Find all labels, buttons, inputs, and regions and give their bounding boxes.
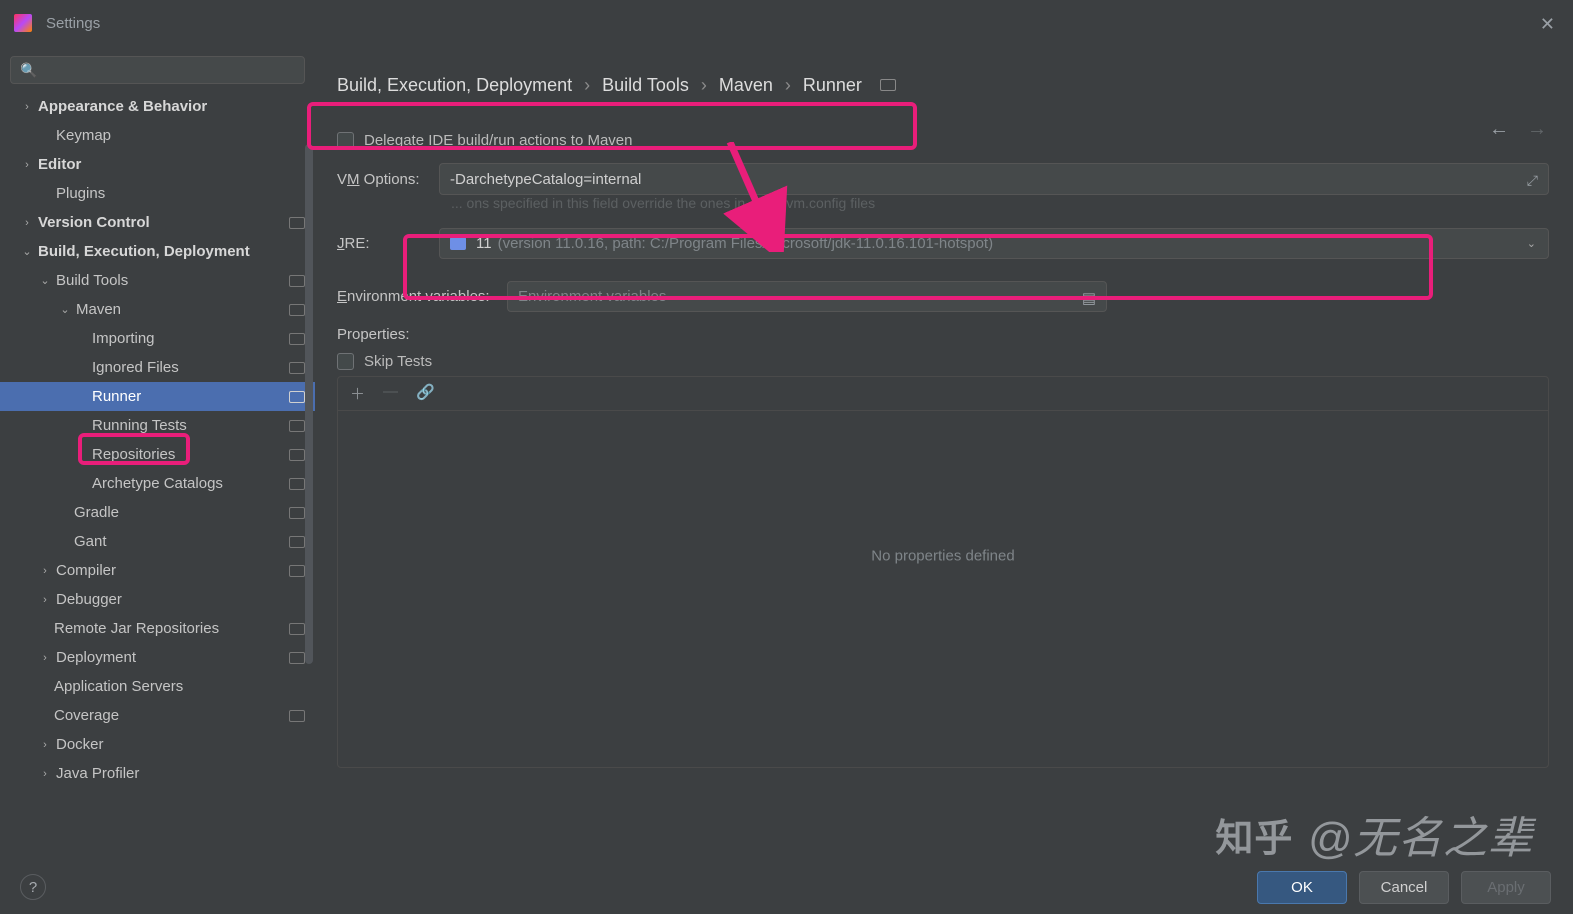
jre-row: JRE: 11 (version 11.0.16, path: C:/Progr…	[337, 228, 1549, 259]
tree-buildtools[interactable]: ⌄Build Tools	[0, 266, 315, 295]
properties-box: ＋ — 🔗 No properties defined	[337, 376, 1549, 768]
add-icon[interactable]: ＋	[350, 383, 365, 404]
settings-content: Build, Execution, Deployment› Build Tool…	[315, 46, 1573, 860]
project-badge-icon	[289, 449, 305, 461]
search-wrap: 🔍	[10, 56, 305, 84]
project-badge-icon	[289, 652, 305, 664]
delegate-row: Delegate IDE build/run actions to Maven	[337, 132, 1549, 149]
chevron-down-icon: ⌄	[1527, 237, 1536, 250]
tree-docker[interactable]: ›Docker	[0, 730, 315, 759]
tree-editor[interactable]: ›Editor	[0, 150, 315, 179]
project-badge-icon	[289, 275, 305, 287]
ok-button[interactable]: OK	[1257, 871, 1347, 904]
vm-options-label: VM Options:	[337, 171, 439, 188]
project-badge-icon	[289, 420, 305, 432]
jre-select[interactable]: 11 (version 11.0.16, path: C:/Program Fi…	[439, 228, 1549, 259]
tree-compiler[interactable]: ›Compiler	[0, 556, 315, 585]
project-badge-icon	[289, 623, 305, 635]
vm-row: VM Options: -DarchetypeCatalog=internal …	[337, 163, 1549, 195]
project-badge-icon	[289, 333, 305, 345]
project-badge-icon	[289, 507, 305, 519]
project-badge-icon	[289, 362, 305, 374]
settings-sidebar: 🔍 ›Appearance & Behavior Keymap ›Editor …	[0, 46, 315, 860]
tree-gradle[interactable]: Gradle	[0, 498, 315, 527]
tree-keymap[interactable]: Keymap	[0, 121, 315, 150]
search-icon: 🔍	[20, 62, 37, 79]
tree-vcs[interactable]: ›Version Control	[0, 208, 315, 237]
project-badge-icon	[289, 391, 305, 403]
settings-tree: ›Appearance & Behavior Keymap ›Editor Pl…	[0, 92, 315, 788]
forward-icon[interactable]: →	[1527, 118, 1547, 141]
jre-label: JRE:	[337, 235, 439, 252]
tree-appservers[interactable]: Application Servers	[0, 672, 315, 701]
skip-tests-row: Skip Tests	[337, 353, 1549, 370]
tree-maven[interactable]: ⌄Maven	[0, 295, 315, 324]
list-icon[interactable]: ▤	[1082, 289, 1096, 307]
project-badge-icon	[880, 79, 896, 91]
properties-empty-text: No properties defined	[871, 548, 1014, 565]
title-bar: Settings ✕	[0, 0, 1573, 46]
folder-icon	[450, 237, 466, 250]
project-badge-icon	[289, 710, 305, 722]
expand-icon[interactable]: ⤢	[1527, 172, 1538, 189]
tree-importing[interactable]: Importing	[0, 324, 315, 353]
tree-javaprof[interactable]: ›Java Profiler	[0, 759, 315, 788]
tree-runtests[interactable]: Running Tests	[0, 411, 315, 440]
history-nav: ← →	[1489, 118, 1547, 141]
skip-tests-checkbox[interactable]	[337, 353, 354, 370]
intellij-logo-icon	[14, 14, 32, 32]
tree-debugger[interactable]: ›Debugger	[0, 585, 315, 614]
vm-options-input[interactable]: -DarchetypeCatalog=internal ⤢	[439, 163, 1549, 195]
tree-gant[interactable]: Gant	[0, 527, 315, 556]
project-badge-icon	[289, 217, 305, 229]
tree-plugins[interactable]: Plugins	[0, 179, 315, 208]
tree-deployment[interactable]: ›Deployment	[0, 643, 315, 672]
project-badge-icon	[289, 536, 305, 548]
properties-toolbar: ＋ — 🔗	[338, 377, 1548, 411]
sidebar-scrollbar[interactable]	[305, 144, 313, 664]
apply-button[interactable]: Apply	[1461, 871, 1551, 904]
back-icon[interactable]: ←	[1489, 118, 1509, 141]
remove-icon[interactable]: —	[383, 383, 398, 404]
breadcrumb: Build, Execution, Deployment› Build Tool…	[337, 64, 1549, 106]
project-badge-icon	[289, 304, 305, 316]
env-row: Environment variables: Environment varia…	[337, 281, 1549, 312]
cancel-button[interactable]: Cancel	[1359, 871, 1449, 904]
breadcrumb-current: Runner	[803, 75, 862, 96]
delegate-label: Delegate IDE build/run actions to Maven	[364, 132, 632, 149]
help-icon[interactable]: ?	[20, 874, 46, 900]
env-label: Environment variables:	[337, 288, 507, 305]
project-badge-icon	[289, 478, 305, 490]
project-badge-icon	[289, 565, 305, 577]
tree-remotejar[interactable]: Remote Jar Repositories	[0, 614, 315, 643]
search-input[interactable]	[10, 56, 305, 84]
vm-help-text: ... ons specified in this field override…	[451, 195, 875, 211]
tree-appearance[interactable]: ›Appearance & Behavior	[0, 92, 315, 121]
dialog-footer: ? OK Cancel Apply	[0, 860, 1573, 914]
tree-repos[interactable]: Repositories	[0, 440, 315, 469]
delegate-checkbox[interactable]	[337, 132, 354, 149]
tree-ignored[interactable]: Ignored Files	[0, 353, 315, 382]
tree-runner[interactable]: Runner	[0, 382, 315, 411]
link-icon[interactable]: 🔗	[416, 383, 435, 404]
tree-coverage[interactable]: Coverage	[0, 701, 315, 730]
close-icon[interactable]: ✕	[1540, 14, 1555, 35]
breadcrumb-seg[interactable]: Maven	[719, 75, 773, 96]
env-input[interactable]: Environment variables ▤	[507, 281, 1107, 312]
tree-bed[interactable]: ⌄Build, Execution, Deployment	[0, 237, 315, 266]
window-title: Settings	[46, 15, 100, 32]
breadcrumb-seg[interactable]: Build Tools	[602, 75, 689, 96]
properties-label: Properties:	[337, 326, 1549, 343]
tree-arch[interactable]: Archetype Catalogs	[0, 469, 315, 498]
breadcrumb-seg[interactable]: Build, Execution, Deployment	[337, 75, 572, 96]
